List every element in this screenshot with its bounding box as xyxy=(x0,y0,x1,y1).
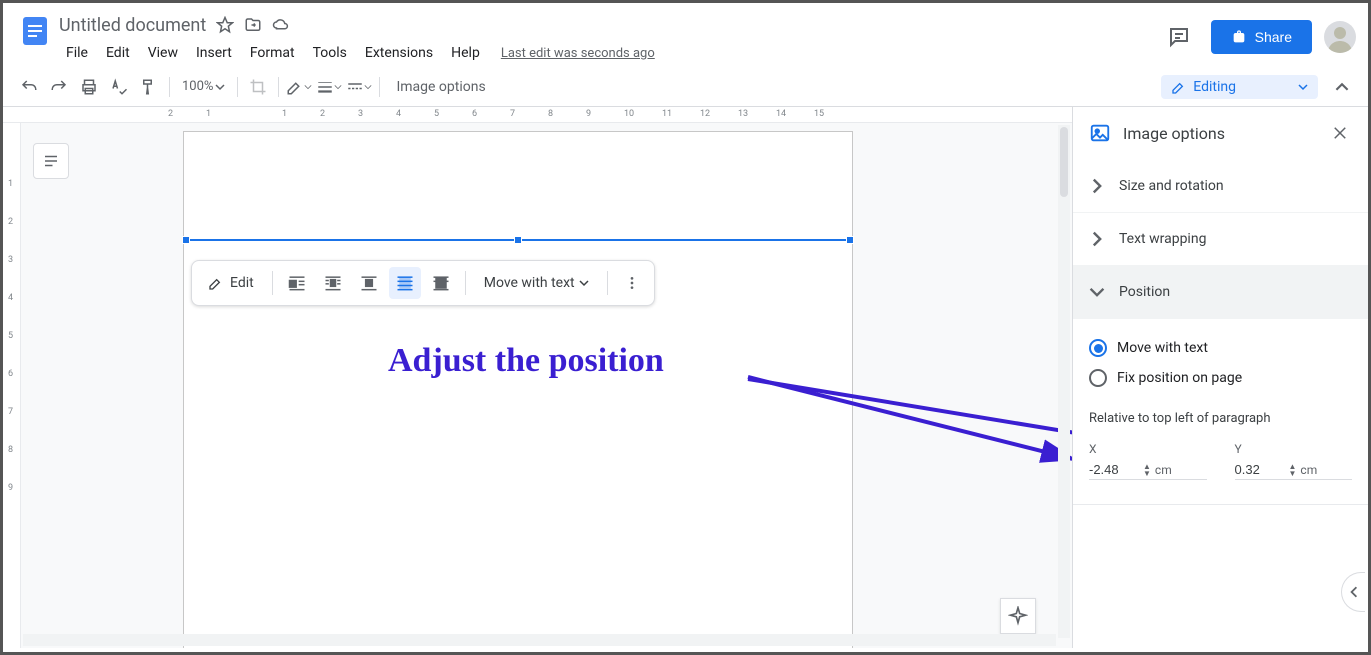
menu-insert[interactable]: Insert xyxy=(189,43,239,63)
collapse-toolbar-button[interactable] xyxy=(1328,73,1356,101)
image-floating-toolbar: Edit Move with text xyxy=(191,260,655,306)
image-options-menu[interactable]: Image options xyxy=(386,79,495,95)
resize-handle-ne[interactable] xyxy=(846,236,854,244)
comments-icon[interactable] xyxy=(1159,17,1199,57)
border-weight-button[interactable] xyxy=(315,73,343,101)
vertical-ruler[interactable]: 123456789 xyxy=(3,123,21,648)
radio-move-with-text[interactable]: Move with text xyxy=(1089,333,1352,363)
menu-help[interactable]: Help xyxy=(444,43,487,63)
menu-file[interactable]: File xyxy=(59,43,95,63)
y-label: Y xyxy=(1235,442,1353,456)
resize-handle-n[interactable] xyxy=(514,236,522,244)
section-text-wrapping[interactable]: Text wrapping xyxy=(1073,213,1368,266)
document-page[interactable]: Edit Move with text xyxy=(183,131,853,648)
behind-text-button[interactable] xyxy=(389,267,421,299)
zoom-select[interactable]: 100% xyxy=(176,79,231,94)
document-title[interactable]: Untitled document xyxy=(59,15,206,36)
edit-image-button[interactable]: Edit xyxy=(198,275,264,291)
border-color-button[interactable] xyxy=(285,73,313,101)
x-position-input[interactable] xyxy=(1089,462,1139,477)
front-text-button[interactable] xyxy=(425,267,457,299)
star-icon[interactable] xyxy=(216,16,234,34)
image-icon xyxy=(1089,122,1111,144)
menu-view[interactable]: View xyxy=(141,43,185,63)
relative-to-label: Relative to top left of paragraph xyxy=(1089,411,1352,426)
share-label: Share xyxy=(1255,29,1292,45)
chevron-right-icon xyxy=(1089,178,1105,194)
wrap-text-button[interactable] xyxy=(317,267,349,299)
radio-fix-position[interactable]: Fix position on page xyxy=(1089,363,1352,393)
chevron-right-icon xyxy=(1089,231,1105,247)
horizontal-ruler[interactable]: 21123456789101112131415 xyxy=(3,107,1072,123)
resize-handle-nw[interactable] xyxy=(182,236,190,244)
break-text-button[interactable] xyxy=(353,267,385,299)
print-button[interactable] xyxy=(75,73,103,101)
border-dash-button[interactable] xyxy=(345,73,373,101)
crop-button[interactable] xyxy=(244,73,272,101)
x-label: X xyxy=(1089,442,1207,456)
user-avatar[interactable] xyxy=(1324,21,1356,53)
paint-format-button[interactable] xyxy=(135,73,163,101)
document-canvas[interactable]: 21123456789101112131415 123456789 Edit M… xyxy=(3,107,1073,648)
y-stepper[interactable]: ▲▼ xyxy=(1289,463,1297,477)
vertical-scrollbar[interactable] xyxy=(1058,125,1070,638)
horizontal-scrollbar[interactable] xyxy=(23,634,1056,646)
outline-toggle-button[interactable] xyxy=(33,143,69,179)
radio-checked-icon xyxy=(1089,339,1107,357)
last-edit-link[interactable]: Last edit was seconds ago xyxy=(501,46,655,61)
image-options-sidebar: Image options Size and rotation Text wra… xyxy=(1073,107,1368,648)
wrap-inline-button[interactable] xyxy=(281,267,313,299)
move-with-text-select[interactable]: Move with text xyxy=(474,275,599,291)
section-size-rotation[interactable]: Size and rotation xyxy=(1073,160,1368,213)
scrollbar-thumb[interactable] xyxy=(1060,127,1068,197)
close-sidebar-button[interactable] xyxy=(1328,121,1352,145)
chevron-down-icon xyxy=(1089,284,1105,300)
section-position[interactable]: Position xyxy=(1073,266,1368,319)
instruction-annotation: Adjust the position xyxy=(388,342,664,380)
undo-button[interactable] xyxy=(15,73,43,101)
more-options-button[interactable] xyxy=(616,267,648,299)
sidebar-title: Image options xyxy=(1123,124,1316,143)
redo-button[interactable] xyxy=(45,73,73,101)
explore-button[interactable] xyxy=(1000,598,1036,634)
editing-mode-select[interactable]: Editing xyxy=(1161,75,1318,99)
selected-image[interactable] xyxy=(186,239,850,241)
menu-extensions[interactable]: Extensions xyxy=(358,43,440,63)
cloud-status-icon[interactable] xyxy=(272,16,290,34)
x-stepper[interactable]: ▲▼ xyxy=(1143,463,1151,477)
docs-logo-icon[interactable] xyxy=(15,11,55,51)
share-button[interactable]: Share xyxy=(1211,20,1312,54)
radio-unchecked-icon xyxy=(1089,369,1107,387)
move-folder-icon[interactable] xyxy=(244,16,262,34)
spellcheck-button[interactable] xyxy=(105,73,133,101)
y-position-input[interactable] xyxy=(1235,462,1285,477)
menu-edit[interactable]: Edit xyxy=(99,43,137,63)
menu-tools[interactable]: Tools xyxy=(306,43,354,63)
menu-format[interactable]: Format xyxy=(243,43,302,63)
